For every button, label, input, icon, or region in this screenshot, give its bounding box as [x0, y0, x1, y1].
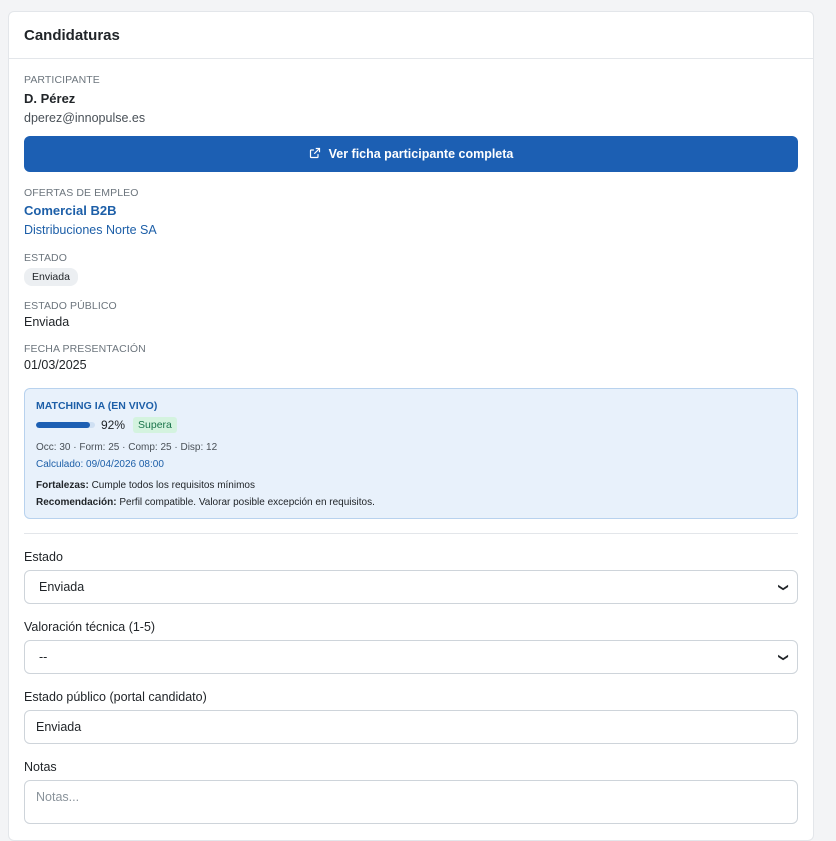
matching-score: 92% [101, 418, 126, 432]
recommendation-text: Perfil compatible. Valorar posible excep… [119, 497, 375, 508]
estado-select[interactable]: Enviada ❯ [24, 570, 798, 604]
matching-calculated: Calculado: 09/04/2026 08:00 [36, 459, 164, 470]
offers-section: OFERTAS DE EMPLEO Comercial B2B Distribu… [24, 187, 798, 237]
view-participant-button[interactable]: Ver ficha participante completa [24, 136, 798, 172]
divider [24, 533, 798, 534]
date-label: FECHA PRESENTACIÓN [24, 343, 146, 355]
matching-score-row: 92% Supera [36, 417, 786, 433]
date-section: FECHA PRESENTACIÓN 01/03/2025 [24, 343, 798, 372]
matching-progress-fill [36, 422, 91, 428]
matching-recommendation: Recomendación: Perfil compatible. Valora… [36, 497, 786, 508]
public-status-section: ESTADO PÚBLICO Enviada [24, 300, 798, 329]
card-body: PARTICIPANTE D. Pérez dperez@innopulse.e… [9, 74, 813, 824]
public-status-value: Enviada [24, 315, 70, 329]
strengths-label: Fortalezas: [36, 480, 89, 491]
offer-company-link[interactable]: Distribuciones Norte SA [24, 223, 798, 237]
public-status-label: ESTADO PÚBLICO [24, 300, 117, 312]
estado-label: Estado [24, 550, 63, 564]
participant-name: D. Pérez [24, 91, 76, 106]
view-participant-label: Ver ficha participante completa [328, 147, 514, 161]
valoracion-select-value: -- [39, 650, 48, 664]
matching-result-badge: Supera [133, 417, 177, 433]
candidaturas-card: Candidaturas PARTICIPANTE D. Pérez dpere… [8, 11, 814, 841]
external-link-icon [309, 147, 321, 162]
date-value: 01/03/2025 [24, 358, 87, 372]
status-section: ESTADO Enviada [24, 252, 798, 286]
matching-panel: MATCHING IA (EN VIVO) 92% Supera Occ: 30… [24, 388, 798, 519]
participant-section: PARTICIPANTE D. Pérez dperez@innopulse.e… [24, 74, 798, 172]
estado-select-value: Enviada [39, 580, 85, 594]
notas-label: Notas [24, 760, 57, 774]
matching-progress-bar [36, 422, 95, 428]
offers-label: OFERTAS DE EMPLEO [24, 187, 139, 199]
publico-label: Estado público (portal candidato) [24, 690, 207, 704]
notas-textarea[interactable]: Notas... [24, 780, 798, 824]
chevron-down-icon: ❯ [777, 582, 789, 592]
offer-title-link[interactable]: Comercial B2B [24, 203, 798, 218]
status-label: ESTADO [24, 252, 67, 264]
participant-email: dperez@innopulse.es [24, 111, 146, 125]
card-title: Candidaturas [9, 12, 813, 59]
publico-input[interactable]: Enviada [24, 710, 798, 744]
strengths-text: Cumple todos los requisitos mínimos [91, 480, 255, 491]
recommendation-label: Recomendación: [36, 497, 117, 508]
matching-breakdown: Occ: 30 · Form: 25 · Comp: 25 · Disp: 12 [36, 442, 218, 453]
matching-strengths: Fortalezas: Cumple todos los requisitos … [36, 480, 786, 491]
valoracion-select[interactable]: -- ❯ [24, 640, 798, 674]
chevron-down-icon: ❯ [777, 652, 789, 662]
matching-title: MATCHING IA (EN VIVO) [36, 400, 158, 412]
participant-label: PARTICIPANTE [24, 74, 100, 86]
valoracion-label: Valoración técnica (1-5) [24, 620, 156, 634]
status-badge: Enviada [24, 268, 78, 286]
